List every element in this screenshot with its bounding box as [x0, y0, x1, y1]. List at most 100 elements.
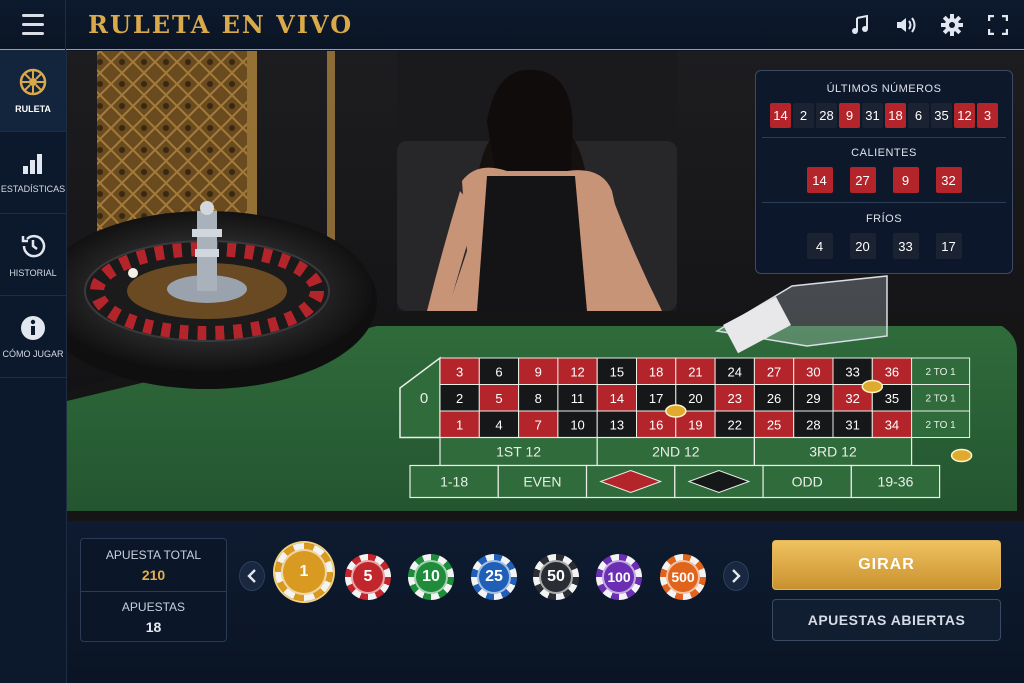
- volume-icon[interactable]: [894, 13, 918, 37]
- stats-panel: ÚLTIMOS NÚMEROS 14 2 28 9 31 18 6 35 12 3 CALIENT…: [755, 70, 1013, 274]
- dozen-label: 3RD 12: [809, 444, 857, 460]
- chevron-right-icon: [732, 569, 741, 583]
- last-numbers: 14 2 28 9 31 18 6 35 12 3: [756, 103, 1012, 128]
- bet-number: 36: [885, 364, 899, 379]
- sidebar-item-ruleta[interactable]: RULETA: [0, 50, 66, 132]
- chips-prev-button[interactable]: [239, 561, 265, 591]
- top-bar: RULETA EN VIVO: [0, 0, 1024, 50]
- hot-number: 32: [935, 167, 962, 193]
- last-number: 6: [908, 103, 929, 128]
- bet-number: 35: [885, 391, 899, 406]
- last-number: 9: [839, 103, 860, 128]
- bet-number: 29: [806, 391, 820, 406]
- total-bet-value: 210: [141, 566, 166, 583]
- chip-25[interactable]: 25: [471, 554, 517, 600]
- gear-icon[interactable]: [940, 13, 964, 37]
- bet-number: 6: [495, 364, 502, 379]
- open-bets-button[interactable]: APUESTAS ABIERTAS: [772, 599, 1001, 641]
- chip-5[interactable]: 5: [345, 554, 391, 600]
- hot-numbers: 14 27 9 32: [756, 167, 1012, 193]
- betting-layout[interactable]: 03 6 9 12 15 18 21 24 27 30 33 36 2 TO 12 5 8 11 14 17 20 2…: [399, 356, 973, 499]
- last-number: 3: [977, 103, 998, 128]
- sidebar-item-historial[interactable]: HISTORIAL: [0, 214, 66, 296]
- sidebar-item-estadisticas[interactable]: ESTADÍSTICAS: [0, 132, 66, 214]
- cold-title: FRÍOS: [865, 213, 903, 225]
- bet-number: 1: [456, 417, 463, 432]
- bet-number: 9: [535, 364, 542, 379]
- info-icon: [21, 315, 45, 340]
- spin-button[interactable]: GIRAR: [772, 540, 1001, 590]
- bet-number: 22: [728, 417, 742, 432]
- bar-chart-icon: [23, 153, 42, 174]
- bet-number: 24: [728, 364, 742, 379]
- placed-chip: [861, 379, 884, 394]
- bet-number: 15: [610, 364, 624, 379]
- last-number: 18: [885, 103, 906, 128]
- bets-label: APUESTAS: [121, 600, 186, 614]
- chip-value: 500: [666, 560, 700, 594]
- bet-number: 32: [845, 391, 859, 406]
- zero-label: 0: [420, 390, 428, 407]
- last-number: 2: [793, 103, 814, 128]
- cold-number: 20: [849, 233, 876, 259]
- chip-100[interactable]: 100: [596, 554, 642, 600]
- outside-bet-label: 19-36: [878, 474, 914, 490]
- bet-number: 14: [610, 391, 624, 406]
- outside-bet-label: 1-18: [440, 474, 468, 490]
- sidebar-item-label: CÓMO JUGAR: [2, 348, 64, 359]
- dozen-label: 1ST 12: [496, 444, 541, 460]
- music-icon[interactable]: [848, 13, 872, 37]
- chip-10[interactable]: 10: [408, 554, 454, 600]
- cold-number: 17: [935, 233, 962, 259]
- outside-bet-label: EVEN: [523, 474, 561, 490]
- bet-number: 18: [649, 364, 663, 379]
- menu-button[interactable]: [0, 0, 66, 50]
- sidebar-item-label: ESTADÍSTICAS: [0, 183, 66, 194]
- bet-number: 34: [885, 417, 899, 432]
- bet-number: 20: [688, 391, 702, 406]
- chip-1[interactable]: 1: [275, 543, 333, 601]
- chips-next-button[interactable]: [723, 561, 749, 591]
- chip-value: 5: [351, 560, 385, 594]
- chevron-left-icon: [247, 569, 256, 583]
- bet-number: 7: [535, 417, 542, 432]
- history-icon: [21, 234, 46, 257]
- chip-value: 1: [281, 549, 327, 595]
- bet-number: 19: [688, 417, 702, 432]
- last-number: 12: [954, 103, 975, 128]
- last-number: 31: [862, 103, 883, 128]
- column-bet-label: 2 TO 1: [925, 367, 956, 378]
- app-title: RULETA EN VIVO: [88, 10, 354, 39]
- last-numbers-title: ÚLTIMOS NÚMEROS: [826, 83, 942, 95]
- last-number: 14: [770, 103, 791, 128]
- bet-number: 23: [728, 391, 742, 406]
- bet-number: 4: [495, 417, 502, 432]
- bet-number: 2: [456, 391, 463, 406]
- bet-number: 13: [610, 417, 624, 432]
- bet-number: 33: [845, 364, 859, 379]
- sidebar-item-label: RULETA: [15, 103, 51, 114]
- bet-number: 16: [649, 417, 663, 432]
- cold-numbers: 4 20 33 17: [756, 233, 1012, 259]
- total-bet-label: APUESTA TOTAL: [105, 547, 202, 562]
- sidebar-item-como-jugar[interactable]: CÓMO JUGAR: [0, 296, 66, 378]
- fullscreen-icon[interactable]: [986, 13, 1010, 37]
- bet-number: 26: [767, 391, 781, 406]
- hot-number: 27: [849, 167, 876, 193]
- bet-number: 17: [649, 391, 663, 406]
- chip-50[interactable]: 50: [533, 554, 579, 600]
- bet-number: 30: [806, 364, 820, 379]
- bet-number: 8: [535, 391, 542, 406]
- chip-500[interactable]: 500: [660, 554, 706, 600]
- bet-number: 10: [570, 417, 584, 432]
- hot-title: CALIENTES: [851, 147, 917, 159]
- bet-number: 25: [767, 417, 781, 432]
- column-bet-label: 2 TO 1: [925, 394, 956, 405]
- bet-summary: APUESTA TOTAL 210 APUESTAS 18: [80, 538, 227, 642]
- placed-chip: [950, 448, 973, 463]
- hot-number: 14: [806, 167, 833, 193]
- chip-value: 25: [477, 560, 511, 594]
- hot-number: 9: [892, 167, 919, 193]
- bet-number: 11: [571, 391, 585, 406]
- top-icons: [848, 0, 1010, 50]
